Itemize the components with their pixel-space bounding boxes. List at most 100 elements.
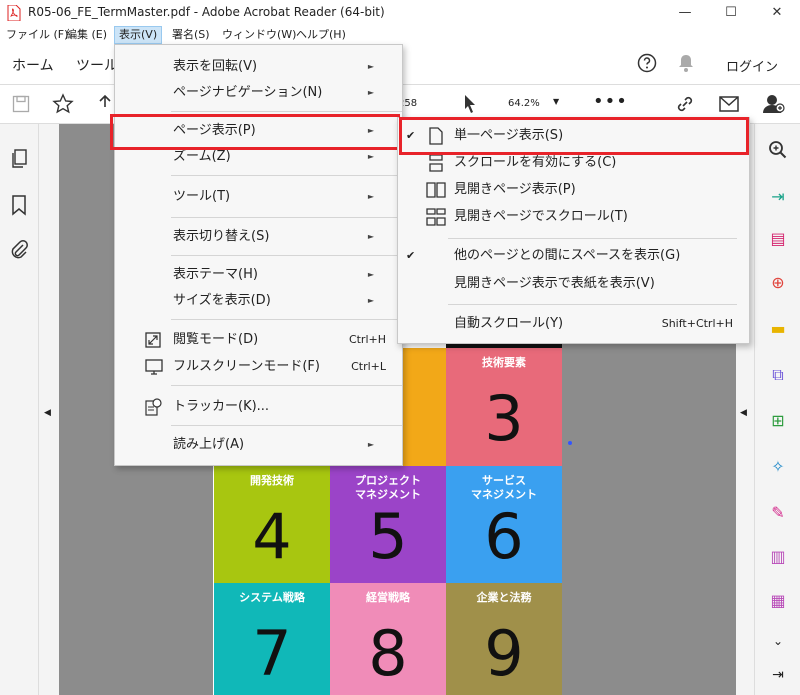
menu-window[interactable]: ウィンドウ(W) [218,27,300,43]
chevron-right-icon: ► [367,62,374,71]
divider [171,425,402,426]
menu-item-tools[interactable]: ツール(T) ► [115,185,402,209]
combine-files-icon[interactable]: ⧉ [767,364,789,386]
add-user-icon[interactable] [762,93,786,115]
label: 表示を回転(V) [173,59,258,74]
tile-number: 5 [368,500,408,573]
tile-number: 8 [368,617,408,690]
submenu-item-auto-scroll[interactable]: 自動スクロール(Y) Shift+Ctrl+H [398,312,749,336]
label: フルスクリーンモード(F) [173,359,320,374]
tile-4: 開発技術 4 [214,466,330,583]
close-button[interactable]: ✕ [754,0,800,26]
more-tools-icon[interactable]: ▦ [767,590,789,612]
bell-icon[interactable] [677,53,695,73]
menu-item-rotate[interactable]: 表示を回転(V) ► [115,55,402,79]
maximize-button[interactable]: ☐ [708,0,754,26]
label: 表示切り替え(S) [173,229,270,244]
two-page-icon [426,182,446,198]
shortcut: Shift+Ctrl+H [661,317,733,330]
fill-sign-icon[interactable]: ✎ [767,502,789,524]
star-icon[interactable] [52,93,74,115]
monitor-icon [145,359,163,375]
select-cursor-icon[interactable] [462,93,478,115]
tools-tab[interactable]: ツール [76,55,118,75]
divider [171,217,402,218]
tile-5: プロジェクト マネジメント 5 [330,466,446,583]
left-panel-rail [0,124,39,695]
help-icon[interactable] [637,53,657,73]
two-page-scroll-icon [426,208,446,226]
tile-number: 6 [484,500,524,573]
submenu-item-two-page[interactable]: 見開きページ表示(P) [398,178,749,202]
menu-view[interactable]: 表示(V) [114,26,163,44]
upload-icon[interactable] [95,93,115,115]
attachment-icon[interactable] [10,238,28,260]
label: 他のページとの間にスペースを表示(G) [454,248,681,263]
chevron-right-icon: ► [367,296,374,305]
menu-item-tracker[interactable]: トラッカー(K)... [115,395,402,419]
menu-item-page-nav[interactable]: ページナビゲーション(N) ► [115,81,402,105]
compress-icon[interactable]: ✧ [767,456,789,478]
divider [448,238,737,239]
tile-6: サービス マネジメント 6 [446,466,562,583]
chevron-right-icon: ► [367,270,374,279]
menu-item-toggle[interactable]: 表示切り替え(S) ► [115,225,402,249]
tile-number: 9 [484,617,524,690]
tile-number: 4 [252,500,292,573]
label: 閲覧モード(D) [173,332,259,347]
label: 表示テーマ(H) [173,267,258,282]
bookmark-icon[interactable] [11,194,27,216]
collapse-panel-icon[interactable]: ⇥ [767,664,789,686]
menu-item-show-size[interactable]: サイズを表示(D) ► [115,289,402,313]
right-tools-rail: ⇥ ▤ ⊕ ▬ ⧉ ⊞ ✧ ✎ ▥ ▦ ⌄ ⇥ [754,124,800,695]
tracker-icon [145,398,162,416]
submenu-item-page-gaps[interactable]: ✔ 他のページとの間にスペースを表示(G) [398,244,749,268]
tile-7: システム戦略 7 [214,583,330,695]
label: サイズを表示(D) [173,293,271,308]
menu-item-read-aloud[interactable]: 読み上げ(A) ► [115,433,402,457]
more-icon[interactable]: ••• [593,91,628,112]
menu-item-fullscreen[interactable]: フルスクリーンモード(F) Ctrl+L [115,355,402,379]
tile-caption: サービス マネジメント [471,474,537,501]
label: 読み上げ(A) [173,437,245,452]
pages-icon[interactable] [10,149,28,169]
expand-right-icon[interactable]: ◀ [740,408,747,418]
menu-help[interactable]: ヘルプ(H) [292,27,350,43]
zoom-value[interactable]: 64.2% [508,98,540,109]
menu-sign[interactable]: 署名(S) [168,27,214,43]
shortcut: Ctrl+H [348,333,386,346]
login-button[interactable]: ログイン [726,56,778,75]
chevron-right-icon: ► [367,232,374,241]
left-collapse-bar[interactable]: ◀ [39,124,59,695]
menu-item-reading-mode[interactable]: 閲覧モード(D) Ctrl+H [115,328,402,352]
expand-left-icon[interactable]: ◀ [44,408,51,418]
comment-icon[interactable]: ▬ [767,318,789,340]
divider [171,175,402,176]
edit-pdf-icon[interactable]: ▤ [767,228,789,250]
protect-icon[interactable]: ▥ [767,546,789,568]
tile-caption: 経営戦略 [366,591,410,604]
submenu-item-two-page-scroll[interactable]: 見開きページでスクロール(T) [398,205,749,229]
menu-edit[interactable]: 編集 (E) [62,27,111,43]
label: 見開きページ表示(P) [454,182,576,197]
menu-bar: ファイル (F) 編集 (E) 表示(V) 署名(S) ウィンドウ(W) ヘルプ… [0,26,800,44]
highlight-page-display [110,114,400,150]
page-marker-dot [568,441,572,445]
create-pdf-icon[interactable]: ⊕ [767,272,789,294]
organize-pages-icon[interactable]: ⊞ [767,410,789,432]
title-bar: R05-06_FE_TermMaster.pdf - Adobe Acrobat… [0,0,800,26]
divider [171,385,402,386]
mail-icon[interactable] [718,94,740,114]
scroll-down-icon[interactable]: ⌄ [767,630,789,652]
zoom-search-icon[interactable] [768,140,788,160]
minimize-button[interactable]: — [662,0,708,26]
chevron-right-icon: ► [367,88,374,97]
menu-item-theme[interactable]: 表示テーマ(H) ► [115,263,402,287]
link-icon[interactable] [674,93,696,115]
export-pdf-icon[interactable]: ⇥ [767,186,789,208]
home-tab[interactable]: ホーム [12,55,54,75]
save-icon[interactable] [12,95,30,113]
scroll-page-icon [429,154,443,172]
zoom-dropdown-icon[interactable]: ▼ [553,97,559,106]
submenu-item-cover-page[interactable]: 見開きページ表示で表紙を表示(V) [398,272,749,296]
